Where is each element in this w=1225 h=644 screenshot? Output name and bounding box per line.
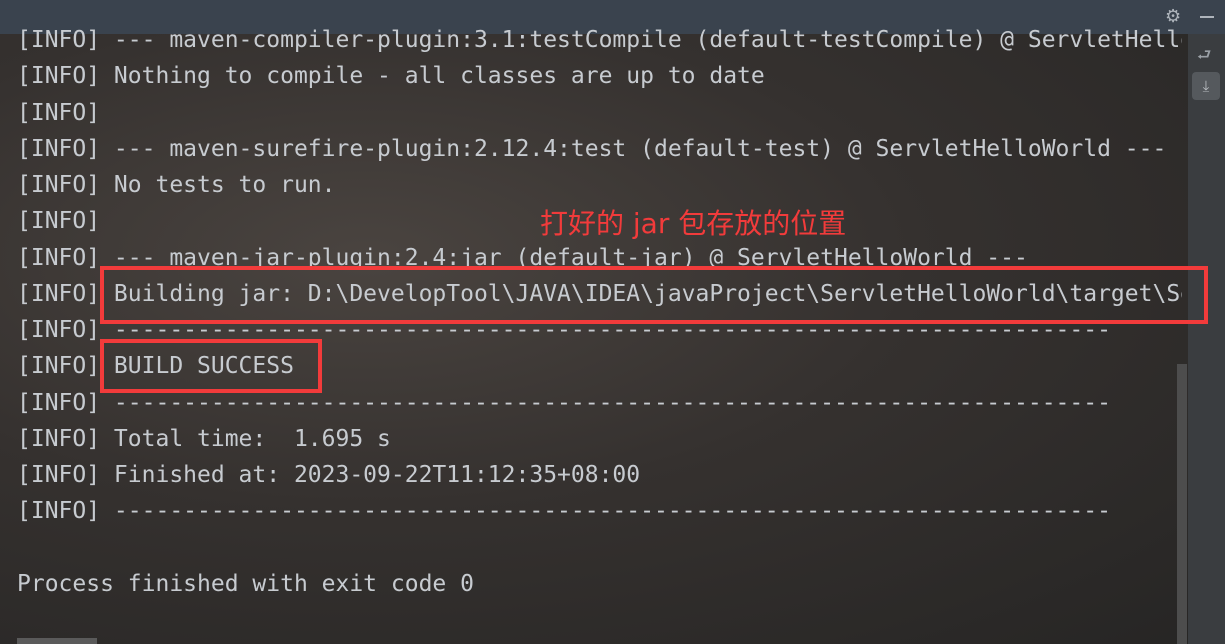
soft-wrap-icon[interactable]: ⮐ xyxy=(1197,44,1211,71)
console-line: [INFO] xyxy=(17,99,101,126)
console-line: Process finished with exit code 0 xyxy=(17,570,474,597)
vertical-scrollbar[interactable] xyxy=(1177,364,1187,644)
horizontal-scrollbar[interactable] xyxy=(17,638,97,644)
console-line: [INFO] Finished at: 2023-09-22T11:12:35+… xyxy=(17,462,641,488)
console-line: [INFO] No tests to run. xyxy=(17,172,336,198)
console-line: [INFO] ---------------------------------… xyxy=(17,498,1111,525)
console-line: [INFO] Total time: 1.695 s xyxy=(17,425,391,452)
scroll-to-end-icon[interactable]: ⤓ xyxy=(1192,72,1220,100)
highlight-box-build-success xyxy=(100,339,322,393)
console-output: [INFO] --- maven-compiler-plugin:3.1:tes… xyxy=(17,22,1182,644)
console-line: [INFO] Nothing to compile - all classes … xyxy=(17,63,765,90)
console-line: [INFO] --- maven-surefire-plugin:2.12.4:… xyxy=(17,135,1167,162)
console-toolbar xyxy=(1188,34,1225,644)
annotation-text: 打好的 jar 包存放的位置 xyxy=(540,207,847,240)
console-line: [INFO] --- maven-compiler-plugin:3.1:tes… xyxy=(17,27,1182,53)
minimize-icon[interactable] xyxy=(1200,16,1214,18)
highlight-box-jar-path xyxy=(100,266,1208,324)
